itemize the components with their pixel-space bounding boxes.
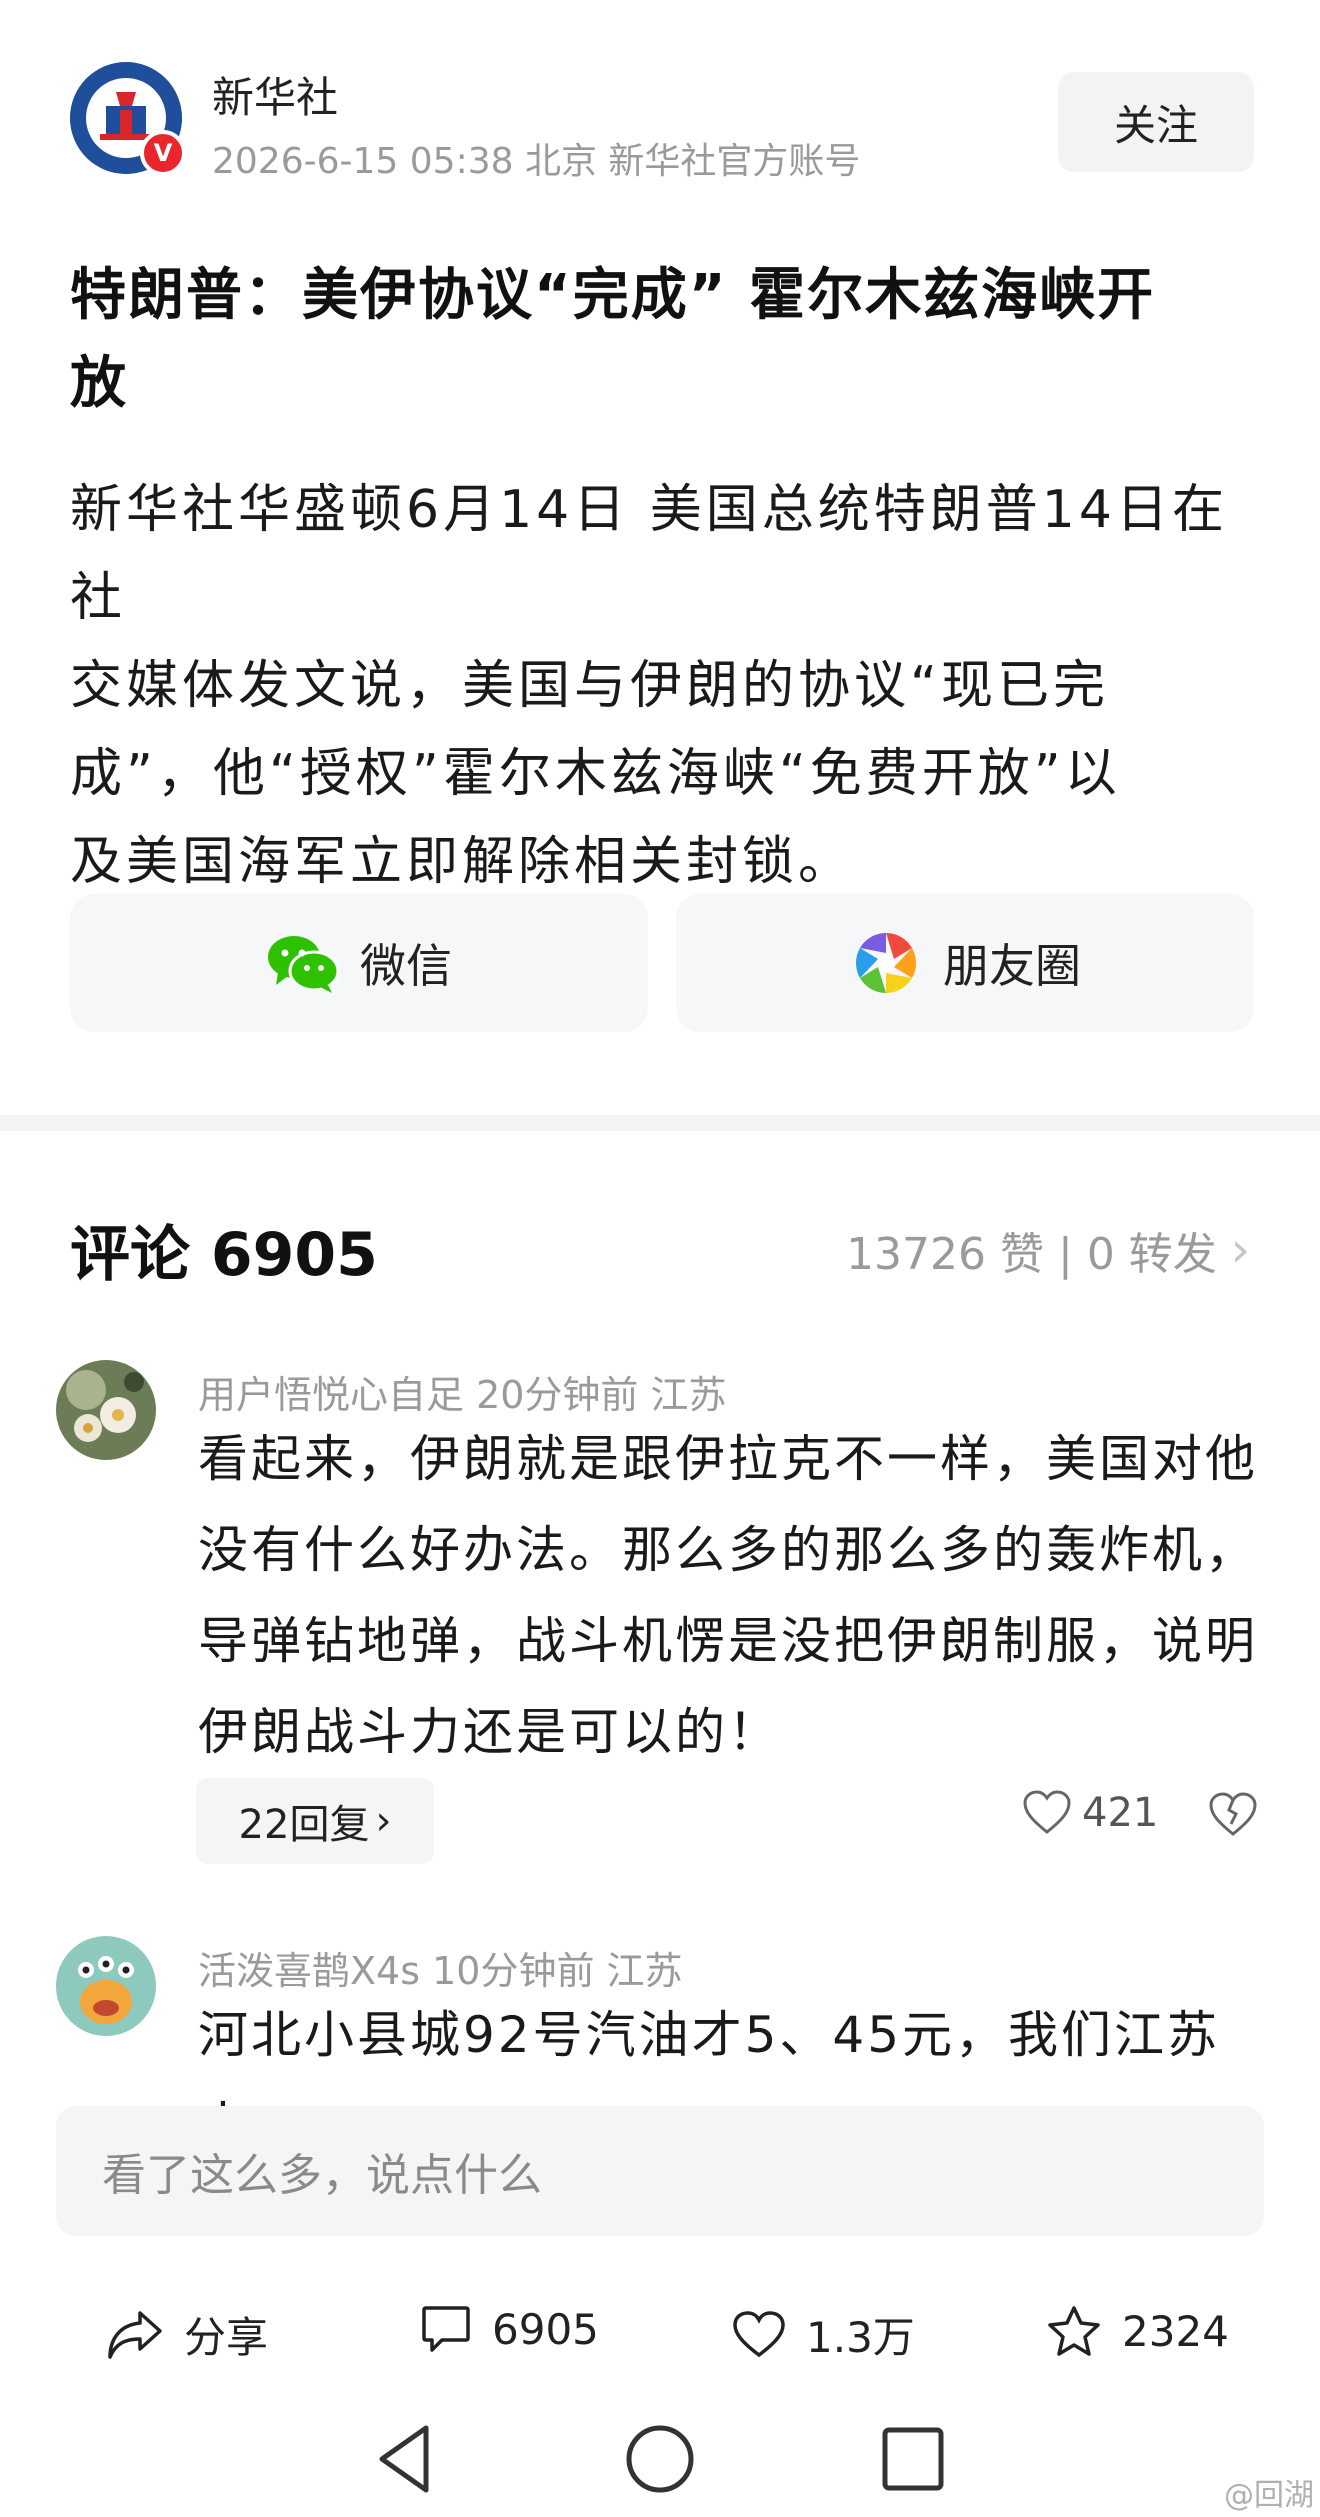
comments-button[interactable]: 6905 bbox=[420, 2304, 599, 2354]
share-arrow-icon bbox=[108, 2310, 162, 2359]
likes-count: 1.3万 bbox=[806, 2313, 915, 2362]
title-line: 特朗普：美伊协议“完成” 霍尔木兹海峡开 bbox=[70, 263, 1156, 328]
body-line: 新华社华盛顿6月14日 美国总统特朗普14日在社 bbox=[70, 480, 1228, 628]
comment-bubble-icon bbox=[422, 2306, 470, 2352]
body-line: 及美国海军立即解除相关封锁。 bbox=[70, 832, 855, 892]
nav-home-button[interactable] bbox=[624, 2422, 696, 2500]
watermark: @回湖 bbox=[1224, 2478, 1314, 2513]
flower-avatar-icon bbox=[56, 1360, 156, 1460]
body-line: 成”，他“授权”霍尔木兹海峡“免费开放”以 bbox=[70, 744, 1121, 804]
chevron-right-icon: › bbox=[1230, 1222, 1250, 1278]
nav-recents-button[interactable] bbox=[880, 2422, 946, 2500]
share-wechat-button[interactable]: 微信 bbox=[70, 894, 648, 1032]
comment-line: 导弹钻地弹，战斗机愣是没把伊朗制服，说明 bbox=[198, 1612, 1258, 1670]
heart-icon bbox=[1023, 1790, 1071, 1834]
broken-heart-icon bbox=[1209, 1792, 1257, 1836]
post-stats: 13726 赞 | 0 转发 bbox=[846, 1229, 1217, 1280]
commenter-avatar[interactable] bbox=[56, 1936, 156, 2036]
comment-line: 伊朗战斗力还是可以的！ bbox=[198, 1703, 781, 1761]
star-icon bbox=[1048, 2306, 1100, 2356]
like-button[interactable]: 1.3万 bbox=[732, 2304, 915, 2365]
share-button[interactable]: 分享 bbox=[106, 2304, 268, 2365]
comments-count: 6905 bbox=[492, 2304, 599, 2354]
moments-aperture-icon bbox=[849, 926, 923, 1000]
monster-avatar-icon bbox=[56, 1936, 156, 2036]
comment-dislike-button[interactable] bbox=[1208, 1792, 1258, 1842]
comment-meta: 活泼喜鹊X4s 10分钟前 江苏 bbox=[198, 1949, 683, 1993]
post-meta: 2026-6-15 05:38 北京 新华社官方账号 bbox=[212, 141, 861, 182]
comment-like-count: 421 bbox=[1082, 1790, 1159, 1836]
commenter-avatar[interactable] bbox=[56, 1360, 156, 1460]
share-moments-label: 朋友圈 bbox=[943, 939, 1081, 993]
heart-icon bbox=[733, 2310, 785, 2357]
recents-square-icon bbox=[882, 2427, 944, 2491]
chevron-right-icon: › bbox=[375, 1798, 392, 1844]
replies-label: 22回复 bbox=[238, 1802, 370, 1848]
body-line: 交媒体发文说，美国与伊朗的协议“现已完 bbox=[70, 656, 1109, 716]
comment-line: 看起来，伊朗就是跟伊拉克不一样，美国对他 bbox=[198, 1430, 1258, 1488]
home-circle-icon bbox=[626, 2425, 694, 2493]
share-label: 分享 bbox=[184, 2313, 269, 2362]
comment-line: 没有什么好办法。那么多的那么多的轰炸机， bbox=[198, 1521, 1258, 1579]
share-wechat-label: 微信 bbox=[360, 939, 452, 993]
section-divider bbox=[0, 1115, 1320, 1131]
nav-back-button[interactable] bbox=[372, 2422, 436, 2500]
comment-like-button[interactable]: 421 bbox=[1022, 1790, 1158, 1836]
comment-meta: 用户悟悦心自足 20分钟前 江苏 bbox=[198, 1373, 727, 1417]
title-line: 放 bbox=[70, 351, 128, 416]
wechat-icon bbox=[266, 926, 340, 1000]
comments-header: 评论 6905 bbox=[70, 1220, 378, 1290]
verified-badge: V bbox=[140, 130, 186, 176]
comment-text: 看起来，伊朗就是跟伊拉克不一样，美国对他 没有什么好办法。那么多的那么多的轰炸机… bbox=[198, 1414, 1268, 1778]
comment-input[interactable]: 看了这么多，说点什么 bbox=[56, 2106, 1264, 2236]
view-replies-button[interactable]: 22回复 › bbox=[196, 1778, 434, 1864]
back-triangle-icon bbox=[379, 2425, 429, 2493]
author-name[interactable]: 新华社 bbox=[212, 64, 338, 125]
favorite-button[interactable]: 2324 bbox=[1046, 2304, 1229, 2358]
article-title: 特朗普：美伊协议“完成” 霍尔木兹海峡开 放 bbox=[70, 252, 1260, 428]
favorites-count: 2324 bbox=[1122, 2306, 1229, 2356]
author-header: V 新华社 2026-6-15 05:38 北京 新华社官方账号 关注 bbox=[70, 62, 1254, 182]
follow-button[interactable]: 关注 bbox=[1058, 72, 1254, 172]
share-moments-button[interactable]: 朋友圈 bbox=[676, 894, 1254, 1032]
post-stats-link[interactable]: 13726 赞 | 0 转发 › bbox=[846, 1218, 1250, 1282]
article-body: 新华社华盛顿6月14日 美国总统特朗普14日在社 交媒体发文说，美国与伊朗的协议… bbox=[70, 466, 1260, 906]
